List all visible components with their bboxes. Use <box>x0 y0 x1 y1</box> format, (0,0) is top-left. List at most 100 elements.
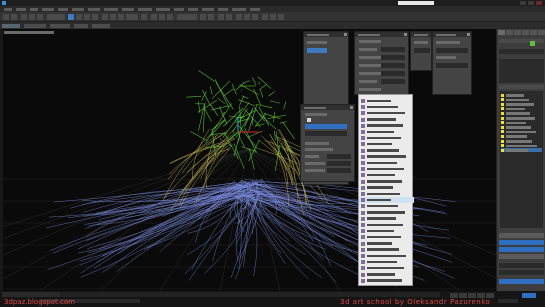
link-icon[interactable] <box>21 14 27 20</box>
region-select-icon[interactable] <box>84 14 90 20</box>
create-tab[interactable] <box>498 30 505 35</box>
menu-item[interactable] <box>4 7 12 11</box>
object-list-item[interactable] <box>501 134 542 138</box>
modifier-menu-item[interactable] <box>359 222 414 228</box>
object-list-item[interactable] <box>501 130 542 134</box>
close-icon[interactable] <box>404 33 407 36</box>
hierarchy-tab[interactable] <box>514 30 521 35</box>
maximize-button[interactable] <box>528 1 534 5</box>
modifier-menu-item[interactable] <box>359 123 414 129</box>
graphite-icon[interactable] <box>226 14 232 20</box>
redo-icon[interactable] <box>11 14 17 20</box>
panel-button[interactable] <box>499 279 544 284</box>
scale-icon[interactable] <box>118 14 124 20</box>
modifier-menu-item[interactable] <box>359 210 414 216</box>
modifier-menu-item[interactable] <box>359 148 414 154</box>
panel-button[interactable] <box>499 240 544 245</box>
angle-snap-icon[interactable] <box>159 14 165 20</box>
value-field[interactable] <box>381 71 405 76</box>
modifier-menu-item[interactable] <box>359 172 414 178</box>
modifier-menu-item[interactable] <box>359 98 414 104</box>
material-editor-icon[interactable] <box>252 14 258 20</box>
rotate-icon[interactable] <box>110 14 116 20</box>
modifier-menu-item[interactable] <box>359 129 414 135</box>
value-field[interactable] <box>436 63 468 68</box>
menu-item[interactable] <box>58 7 68 11</box>
maxscript-listener[interactable] <box>2 292 62 297</box>
selection-filter-dropdown[interactable] <box>47 14 65 20</box>
undo-icon[interactable] <box>3 14 9 20</box>
menu-item[interactable] <box>188 7 198 11</box>
menu-item[interactable] <box>104 7 118 11</box>
modifier-menu-item[interactable] <box>359 241 414 247</box>
value-field[interactable] <box>381 47 405 52</box>
pivot-icon[interactable] <box>141 14 147 20</box>
panel-button[interactable] <box>499 247 544 252</box>
menu-item[interactable] <box>174 7 184 11</box>
object-list-item[interactable] <box>501 144 542 148</box>
modifier-menu-item[interactable] <box>359 259 414 265</box>
value-field[interactable] <box>381 63 405 68</box>
bind-icon[interactable] <box>37 14 43 20</box>
modifier-menu-item[interactable] <box>359 203 414 209</box>
modifier-menu-item[interactable] <box>359 234 414 240</box>
value-field[interactable] <box>499 270 544 275</box>
object-list-item[interactable] <box>501 98 542 102</box>
object-list-item[interactable] <box>501 116 542 120</box>
modifier-menu-item[interactable] <box>359 253 414 259</box>
value-field[interactable] <box>327 161 351 166</box>
panel-title[interactable] <box>433 32 471 37</box>
modifier-menu-item[interactable] <box>359 265 414 271</box>
ribbon-tab[interactable] <box>2 23 20 28</box>
search-field[interactable] <box>398 1 434 5</box>
ribbon-tab[interactable] <box>24 23 46 28</box>
render-setup-icon[interactable] <box>262 14 268 20</box>
value-field[interactable] <box>381 55 405 60</box>
display-tab[interactable] <box>530 30 537 35</box>
modifier-menu-item[interactable] <box>359 228 414 234</box>
modifier-menu-item[interactable] <box>359 216 414 222</box>
menu-item[interactable] <box>156 7 170 11</box>
set-key-button[interactable] <box>522 293 536 298</box>
select-object-icon[interactable] <box>68 14 74 20</box>
curve-editor-icon[interactable] <box>236 14 242 20</box>
unlink-icon[interactable] <box>29 14 35 20</box>
selected-field[interactable] <box>307 48 327 53</box>
object-list-item[interactable] <box>501 125 542 129</box>
close-icon[interactable] <box>350 106 353 109</box>
path-field[interactable] <box>305 124 347 129</box>
value-field[interactable] <box>381 79 405 84</box>
panel-title[interactable] <box>411 32 431 37</box>
close-icon[interactable] <box>344 33 347 36</box>
close-icon[interactable] <box>467 33 470 36</box>
reference-coordinate-dropdown[interactable] <box>126 14 138 20</box>
modifier-menu-item[interactable] <box>359 247 414 253</box>
menu-item[interactable] <box>202 7 214 11</box>
time-slider[interactable] <box>60 292 440 297</box>
object-list-item[interactable] <box>501 93 542 97</box>
modify-tab[interactable] <box>506 30 513 35</box>
minimize-button[interactable] <box>520 1 526 5</box>
value-field[interactable] <box>327 154 351 159</box>
path-field[interactable] <box>305 131 347 136</box>
named-selection-dropdown[interactable] <box>177 14 197 20</box>
move-icon[interactable] <box>102 14 108 20</box>
render-frame-icon[interactable] <box>270 14 276 20</box>
modifier-menu-item[interactable] <box>359 110 414 116</box>
object-list-item[interactable] <box>501 148 542 153</box>
value-field[interactable] <box>414 48 430 53</box>
modifier-menu-item[interactable] <box>359 278 414 284</box>
modifier-menu-item[interactable] <box>359 135 414 141</box>
modifier-menu-item[interactable] <box>359 117 414 123</box>
object-list-item[interactable] <box>501 121 542 125</box>
align-icon[interactable] <box>208 14 214 20</box>
object-list[interactable] <box>500 91 543 228</box>
modifier-list-dropdown[interactable] <box>499 49 544 54</box>
object-list-item[interactable] <box>501 139 542 143</box>
ribbon-tab[interactable] <box>50 23 70 28</box>
object-list-item[interactable] <box>501 111 542 115</box>
modifier-menu-item[interactable] <box>359 166 414 172</box>
menu-item[interactable] <box>88 7 100 11</box>
layer-icon[interactable] <box>218 14 224 20</box>
motion-tab[interactable] <box>522 30 529 35</box>
